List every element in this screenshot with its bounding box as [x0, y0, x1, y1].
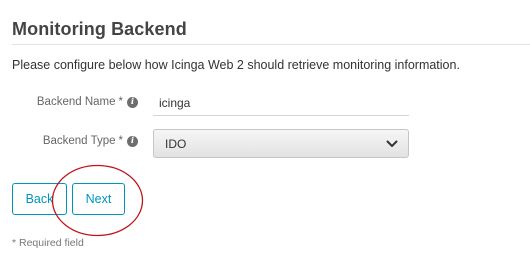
required-mark: *	[118, 96, 123, 108]
backend-type-row: Backend Type * i IDO	[0, 129, 530, 159]
info-circle-icon[interactable]: i	[127, 96, 138, 108]
chevron-down-icon	[386, 140, 398, 147]
intro-text: Please configure below how Icinga Web 2 …	[12, 58, 460, 72]
backend-type-label: Backend Type	[42, 135, 116, 147]
backend-name-input[interactable]	[153, 90, 409, 116]
monitoring-backend-page: Monitoring Backend Please configure belo…	[0, 0, 530, 260]
required-mark: *	[118, 135, 123, 147]
backend-name-label: Backend Name	[36, 96, 116, 108]
backend-type-label-group: Backend Type * i	[43, 135, 138, 147]
backend-name-row: Backend Name * i	[0, 90, 530, 120]
info-circle-icon[interactable]: i	[127, 135, 138, 147]
title-divider	[12, 44, 530, 45]
backend-type-select[interactable]: IDO	[153, 129, 409, 158]
page-title: Monitoring Backend	[12, 19, 187, 39]
next-button[interactable]: Next	[72, 183, 125, 215]
backend-type-selected-value: IDO	[165, 137, 187, 151]
required-field-note: * Required field	[12, 237, 84, 249]
backend-name-label-group: Backend Name * i	[37, 96, 138, 108]
back-button[interactable]: Back	[12, 183, 67, 215]
